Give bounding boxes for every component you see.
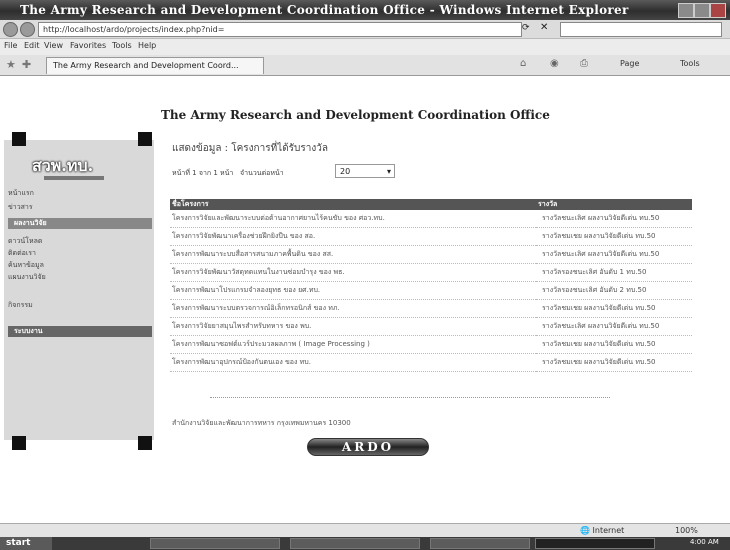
- corner-mark-br: [138, 436, 152, 450]
- table-header-row: ชื่อโครงการ รางวัล: [170, 199, 692, 210]
- table-row[interactable]: โครงการพัฒนาระบบสื่อสารสนามภาคพื้นดิน ขอ…: [170, 245, 692, 264]
- content-divider: [210, 397, 610, 398]
- sidebar-item-download[interactable]: ดาวน์โหลด: [8, 236, 148, 247]
- corner-mark-tl: [12, 132, 26, 146]
- table-row[interactable]: โครงการพัฒนาอุปกรณ์ป้องกันตนเอง ของ ทบ. ร…: [170, 353, 692, 372]
- sidebar-item-search[interactable]: ค้นหาข้อมูล: [8, 260, 148, 271]
- start-button[interactable]: start: [0, 537, 52, 550]
- clock: 4:00 AM: [690, 538, 719, 546]
- page-menu[interactable]: Page: [620, 59, 639, 68]
- window-title-bar: The Army Research and Development Coordi…: [0, 0, 730, 20]
- refresh-icon[interactable]: ⟳: [522, 23, 530, 33]
- taskbar-item-active[interactable]: [535, 538, 655, 549]
- security-zone: 🌐 Internet: [580, 526, 625, 535]
- sidebar-item-system[interactable]: ระบบงาน: [8, 326, 152, 337]
- sidebar-item-activity[interactable]: กิจกรรม: [8, 300, 148, 311]
- project-cell[interactable]: โครงการวิจัยและพัฒนาระบบต่อต้านอากาศยานไ…: [170, 210, 536, 228]
- pager-info: หน้าที่ 1 จาก 1 หน้า จำนวนต่อหน้า: [172, 168, 284, 179]
- awards-table: ชื่อโครงการ รางวัล โครงการวิจัยและพัฒนาร…: [170, 199, 692, 372]
- menu-bar: File Edit View Favorites Tools Help: [0, 39, 730, 55]
- taskbar-item[interactable]: [290, 538, 420, 549]
- project-cell[interactable]: โครงการพัฒนาโปรแกรมจำลองยุทธ ของ ยศ.ทบ.: [170, 281, 536, 300]
- menu-tools[interactable]: Tools: [112, 41, 132, 50]
- table-row[interactable]: โครงการพัฒนาซอฟต์แวร์ประมวลผลภาพ ( Image…: [170, 335, 692, 354]
- zone-label: Internet: [592, 526, 625, 535]
- per-page-select[interactable]: 20 ▾: [335, 164, 395, 178]
- project-cell[interactable]: โครงการวิจัยพัฒนาเครื่องช่วยฝึกยิงปืน ขอ…: [170, 227, 536, 246]
- home-icon[interactable]: ⌂: [520, 58, 526, 69]
- award-cell: รางวัลชนะเลิศ ผลงานวิจัยดีเด่น ทบ.50: [536, 317, 692, 336]
- maximize-button[interactable]: [694, 3, 710, 18]
- tab-row: ★ ✚ The Army Research and Development Co…: [0, 55, 730, 76]
- print-icon[interactable]: ⎙: [580, 58, 588, 69]
- pager-text: หน้าที่ 1 จาก 1 หน้า: [172, 169, 234, 177]
- award-cell: รางวัลชนะเลิศ ผลงานวิจัยดีเด่น ทบ.50: [536, 245, 692, 264]
- feeds-icon[interactable]: ◉: [550, 58, 559, 69]
- logo-underline: [44, 176, 104, 180]
- minimize-button[interactable]: [678, 3, 694, 18]
- sidebar-item-news[interactable]: ข่าวสาร: [8, 202, 148, 213]
- project-cell[interactable]: โครงการวิจัยยาสมุนไพรสำหรับทหาร ของ พบ.: [170, 317, 536, 336]
- chevron-down-icon: ▾: [386, 167, 391, 176]
- tab-active[interactable]: The Army Research and Development Coord.…: [46, 57, 264, 74]
- status-bar: 🌐 Internet 100%: [0, 523, 730, 538]
- award-cell: รางวัลชมเชย ผลงานวิจัยดีเด่น ทบ.50: [536, 227, 692, 246]
- sidebar-item-home[interactable]: หน้าแรก: [8, 188, 148, 199]
- menu-help[interactable]: Help: [138, 41, 156, 50]
- taskbar-item[interactable]: [430, 538, 530, 549]
- ardo-brand-button[interactable]: ARDO: [307, 438, 429, 456]
- taskbar-item[interactable]: [150, 538, 280, 549]
- corner-mark-tr: [138, 132, 152, 146]
- favorites-star-icon[interactable]: ★: [6, 58, 16, 71]
- project-cell[interactable]: โครงการวิจัยพัฒนาวัสดุทดแทนในงานซ่อมบำรุ…: [170, 263, 536, 282]
- project-cell[interactable]: โครงการพัฒนาอุปกรณ์ป้องกันตนเอง ของ ทบ.: [170, 353, 536, 372]
- award-cell: รางวัลชนะเลิศ ผลงานวิจัยดีเด่น ทบ.50: [536, 210, 692, 228]
- back-icon[interactable]: [3, 22, 18, 37]
- menu-favorites[interactable]: Favorites: [70, 41, 106, 50]
- page-title: The Army Research and Development Coordi…: [161, 108, 550, 122]
- award-cell: รางวัลรองชนะเลิศ อันดับ 2 ทบ.50: [536, 281, 692, 300]
- table-row[interactable]: โครงการวิจัยยาสมุนไพรสำหรับทหาร ของ พบ. ร…: [170, 317, 692, 336]
- stop-icon[interactable]: ✕: [540, 22, 548, 33]
- menu-view[interactable]: View: [44, 41, 63, 50]
- table-row[interactable]: โครงการพัฒนาโปรแกรมจำลองยุทธ ของ ยศ.ทบ. ร…: [170, 281, 692, 300]
- table-row[interactable]: โครงการวิจัยและพัฒนาระบบต่อต้านอากาศยานไ…: [170, 210, 692, 228]
- award-cell: รางวัลรองชนะเลิศ อันดับ 1 ทบ.50: [536, 263, 692, 282]
- menu-edit[interactable]: Edit: [24, 41, 40, 50]
- menu-file[interactable]: File: [4, 41, 17, 50]
- search-input[interactable]: [560, 22, 722, 37]
- corner-mark-bl: [12, 436, 26, 450]
- project-cell[interactable]: โครงการพัฒนาซอฟต์แวร์ประมวลผลภาพ ( Image…: [170, 335, 536, 354]
- tools-menu[interactable]: Tools: [680, 59, 700, 68]
- award-cell: รางวัลชมเชย ผลงานวิจัยดีเด่น ทบ.50: [536, 353, 692, 372]
- award-cell: รางวัลชมเชย ผลงานวิจัยดีเด่น ทบ.50: [536, 335, 692, 354]
- sidebar-item-plan[interactable]: แผนงานวิจัย: [8, 272, 148, 283]
- forward-icon[interactable]: [20, 22, 35, 37]
- column-header-award: รางวัล: [536, 199, 692, 210]
- sidebar-item-research[interactable]: ผลงานวิจัย: [8, 218, 152, 229]
- column-header-project: ชื่อโครงการ: [170, 199, 536, 210]
- project-cell[interactable]: โครงการพัฒนาระบบตรวจการณ์อิเล็กทรอนิกส์ …: [170, 299, 536, 318]
- address-bar[interactable]: http://localhost/ardo/projects/index.php…: [38, 22, 522, 37]
- per-page-value: 20: [340, 167, 351, 176]
- table-row[interactable]: โครงการวิจัยพัฒนาวัสดุทดแทนในงานซ่อมบำรุ…: [170, 263, 692, 282]
- per-page-label: จำนวนต่อหน้า: [240, 169, 284, 177]
- page-subtitle: แสดงข้อมูล : โครงการที่ได้รับรางวัล: [172, 143, 329, 154]
- table-row[interactable]: โครงการพัฒนาระบบตรวจการณ์อิเล็กทรอนิกส์ …: [170, 299, 692, 318]
- address-row: http://localhost/ardo/projects/index.php…: [0, 20, 730, 39]
- close-button[interactable]: [710, 3, 726, 18]
- sidebar-item-contact[interactable]: ติดต่อเรา: [8, 248, 148, 259]
- sidebar: สวพ.ทบ. หน้าแรก ข่าวสาร ผลงานวิจัย ดาวน์…: [4, 140, 154, 440]
- taskbar: start 4:00 AM: [0, 537, 730, 550]
- footer-address: สำนักงานวิจัยและพัฒนาการทหาร กรุงเทพมหาน…: [172, 419, 351, 427]
- award-cell: รางวัลชมเชย ผลงานวิจัยดีเด่น ทบ.50: [536, 299, 692, 318]
- window-title: The Army Research and Development Coordi…: [20, 3, 629, 17]
- table-row[interactable]: โครงการวิจัยพัฒนาเครื่องช่วยฝึกยิงปืน ขอ…: [170, 227, 692, 246]
- zoom-level[interactable]: 100%: [675, 526, 698, 535]
- add-favorites-icon[interactable]: ✚: [22, 58, 31, 71]
- project-cell[interactable]: โครงการพัฒนาระบบสื่อสารสนามภาคพื้นดิน ขอ…: [170, 245, 536, 264]
